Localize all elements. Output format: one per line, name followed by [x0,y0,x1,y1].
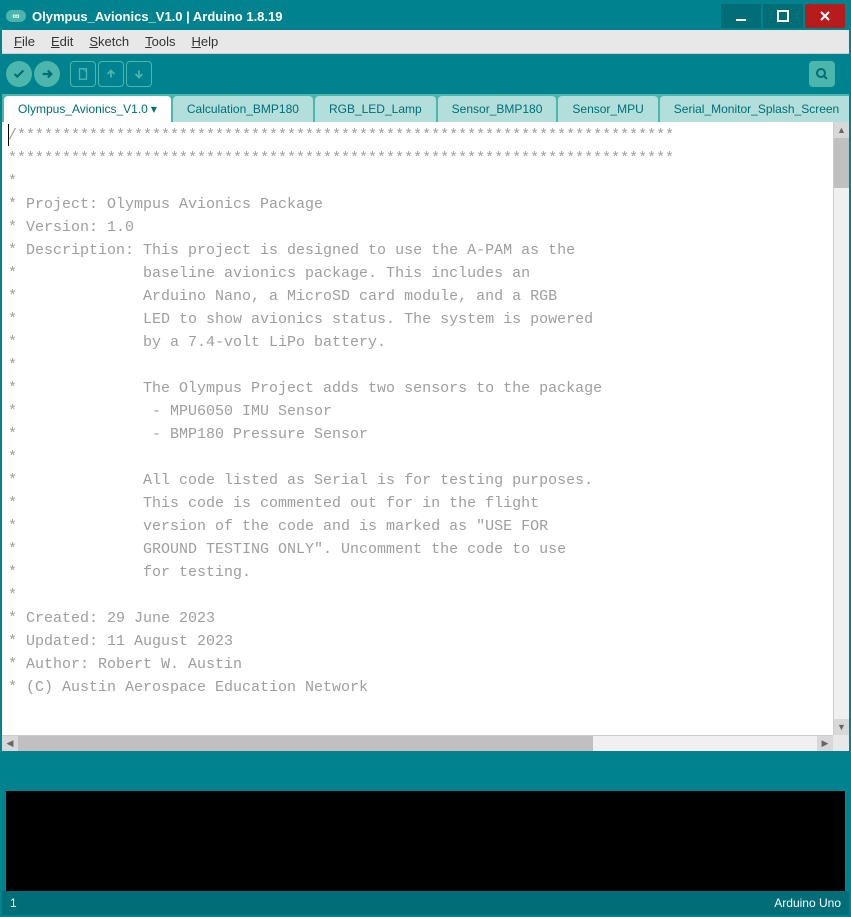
minimize-button[interactable] [721,4,761,28]
scroll-up-button[interactable]: ▲ [834,122,849,138]
tab-label: RGB_LED_Lamp [329,102,422,116]
tab-calculation[interactable]: Calculation_BMP180 [173,96,313,122]
menu-sketch[interactable]: Sketch [81,32,137,51]
scroll-down-button[interactable]: ▼ [834,719,849,735]
menu-tools[interactable]: Tools [137,32,183,51]
open-button[interactable] [98,61,124,87]
window-title: Olympus_Avionics_V1.0 | Arduino 1.8.19 [32,9,721,24]
vertical-scrollbar[interactable]: ▲ ▼ [833,122,849,735]
tab-label: Sensor_BMP180 [452,102,543,116]
footer: 1 Arduino Uno [2,891,849,915]
toolbar [2,54,849,94]
serial-monitor-button[interactable] [809,61,835,87]
tab-label: Sensor_MPU [572,102,643,116]
console-area[interactable] [6,791,845,891]
tabs-bar: Olympus_Avionics_V1.0 ▾ Calculation_BMP1… [2,94,849,122]
upload-button[interactable] [34,61,60,87]
tab-label: Olympus_Avionics_V1.0 [18,102,148,116]
tab-label: Serial_Monitor_Splash_Screen [674,102,839,116]
verify-button[interactable] [6,61,32,87]
editor-area: /***************************************… [2,122,849,751]
menubar: File Edit Sketch Tools Help [2,30,849,54]
new-button[interactable] [70,61,96,87]
board-name: Arduino Uno [774,896,841,910]
code-editor[interactable]: /***************************************… [2,122,833,735]
menu-help[interactable]: Help [183,32,226,51]
menu-file[interactable]: File [6,32,43,51]
line-number: 1 [10,896,17,910]
tab-serial-monitor[interactable]: Serial_Monitor_Splash_Screen [660,96,849,122]
tab-label: Calculation_BMP180 [187,102,299,116]
scroll-right-button[interactable]: ▶ [817,736,833,751]
horizontal-scrollbar[interactable]: ◀ ▶ [2,735,833,751]
tab-main[interactable]: Olympus_Avionics_V1.0 ▾ [4,96,171,122]
tab-sensor-mpu[interactable]: Sensor_MPU [558,96,657,122]
text-cursor [8,124,9,146]
maximize-button[interactable] [763,4,803,28]
scroll-left-button[interactable]: ◀ [2,736,18,751]
close-button[interactable] [805,4,845,28]
menu-edit[interactable]: Edit [43,32,81,51]
scroll-thumb-horizontal[interactable] [18,736,593,751]
save-button[interactable] [126,61,152,87]
tab-menu-icon[interactable]: ▾ [151,102,157,116]
status-area [2,751,849,791]
titlebar: Olympus_Avionics_V1.0 | Arduino 1.8.19 [2,2,849,30]
tab-sensor-bmp180[interactable]: Sensor_BMP180 [438,96,557,122]
scroll-thumb-vertical[interactable] [834,138,849,188]
scroll-corner [833,735,849,751]
app-icon [6,10,26,22]
tab-rgb-led[interactable]: RGB_LED_Lamp [315,96,436,122]
